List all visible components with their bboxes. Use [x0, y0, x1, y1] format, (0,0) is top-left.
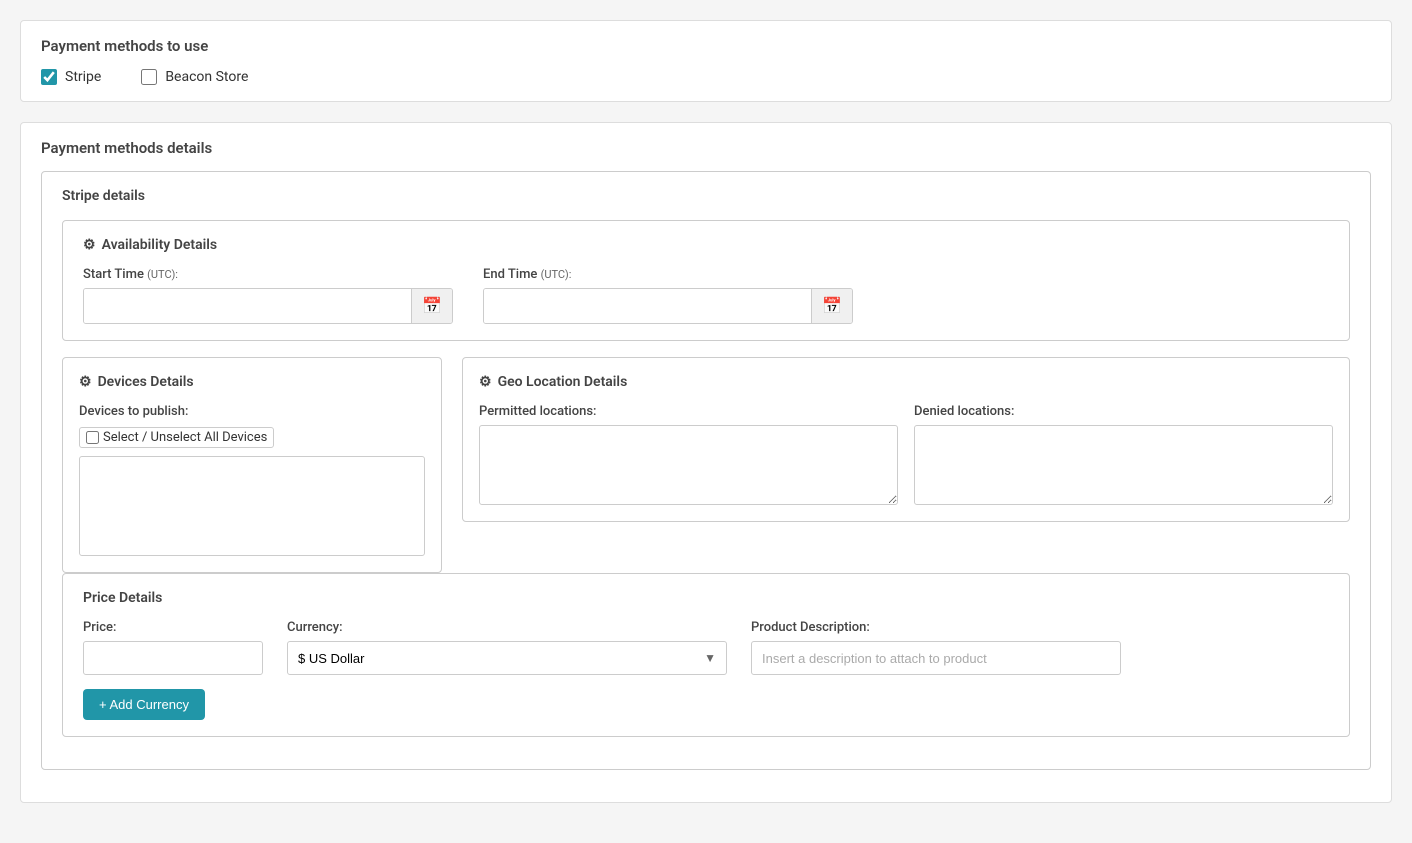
currency-select[interactable]: $ US Dollar € Euro £ British Pound — [298, 651, 704, 666]
denied-locations-label: Denied locations: — [914, 404, 1333, 419]
permitted-locations-group: Permitted locations: — [479, 404, 898, 505]
price-input[interactable]: 0.00 — [83, 641, 263, 675]
beacon-store-checkbox[interactable] — [141, 69, 157, 85]
permitted-locations-label: Permitted locations: — [479, 404, 898, 419]
time-fields-row: Start Time (UTC): 📅 End Time (UTC): — [83, 267, 1329, 324]
currency-label: Currency: — [287, 620, 727, 635]
beacon-store-label: Beacon Store — [165, 69, 248, 85]
payment-methods-title: Payment methods to use — [41, 37, 1371, 55]
geo-location-section: ⚙ Geo Location Details Permitted locatio… — [462, 357, 1350, 522]
start-time-calendar-button[interactable]: 📅 — [411, 289, 452, 323]
end-time-input-wrapper: 📅 — [483, 288, 853, 324]
devices-details-section: ⚙ Devices Details Devices to publish: Se… — [62, 357, 442, 573]
denied-locations-group: Denied locations: — [914, 404, 1333, 505]
stripe-checkbox-label[interactable]: Stripe — [41, 69, 101, 85]
permitted-locations-textarea[interactable] — [479, 425, 898, 505]
end-time-input[interactable] — [484, 289, 811, 323]
add-currency-button[interactable]: + Add Currency — [83, 689, 205, 720]
price-details-subsection: Price Details Price: 0.00 Currency: $ US… — [62, 573, 1350, 737]
devices-list-box[interactable] — [79, 456, 425, 556]
gear-icon-devices: ⚙ — [79, 374, 92, 390]
start-time-group: Start Time (UTC): 📅 — [83, 267, 453, 324]
geo-inner: ⚙ Geo Location Details Permitted locatio… — [462, 357, 1350, 522]
price-details-title: Price Details — [83, 590, 1329, 606]
denied-locations-textarea[interactable] — [914, 425, 1333, 505]
stripe-details-section: Stripe details ⚙ Availability Details St… — [41, 171, 1371, 770]
price-group: Price: 0.00 — [83, 620, 263, 675]
stripe-details-title: Stripe details — [62, 188, 1350, 204]
payment-methods-details-section: Payment methods details Stripe details ⚙… — [20, 122, 1392, 803]
stripe-checkbox[interactable] — [41, 69, 57, 85]
stripe-details-label: Stripe details — [62, 188, 145, 204]
select-all-label[interactable]: Select / Unselect All Devices — [79, 427, 274, 448]
currency-select-wrapper: $ US Dollar € Euro £ British Pound ▼ — [287, 641, 727, 675]
geo-fields-row: Permitted locations: Denied locations: — [479, 404, 1333, 505]
stripe-label: Stripe — [65, 69, 101, 85]
geo-location-title: ⚙ Geo Location Details — [479, 374, 1333, 390]
availability-details-title: ⚙ Availability Details — [83, 237, 1329, 253]
payment-details-title: Payment methods details — [41, 139, 1371, 157]
gear-icon-availability: ⚙ — [83, 237, 96, 253]
start-time-input[interactable] — [84, 289, 411, 323]
end-time-label: End Time (UTC): — [483, 267, 853, 282]
select-all-devices-checkbox[interactable] — [86, 431, 99, 444]
price-fields-row: Price: 0.00 Currency: $ US Dollar € Euro… — [83, 620, 1329, 675]
start-time-label: Start Time (UTC): — [83, 267, 453, 282]
devices-to-publish-label: Devices to publish: — [79, 404, 425, 419]
devices-inner: ⚙ Devices Details Devices to publish: Se… — [62, 357, 442, 573]
start-time-input-wrapper: 📅 — [83, 288, 453, 324]
price-label: Price: — [83, 620, 263, 635]
devices-geo-row: ⚙ Devices Details Devices to publish: Se… — [62, 357, 1350, 573]
product-description-group: Product Description: — [751, 620, 1121, 675]
availability-details-subsection: ⚙ Availability Details Start Time (UTC):… — [62, 220, 1350, 341]
gear-icon-geo: ⚙ — [479, 374, 492, 390]
select-all-checkbox-row: Select / Unselect All Devices — [79, 427, 425, 448]
payment-methods-row: Stripe Beacon Store — [41, 69, 1371, 85]
payment-methods-section: Payment methods to use Stripe Beacon Sto… — [20, 20, 1392, 102]
end-time-calendar-button[interactable]: 📅 — [811, 289, 852, 323]
select-arrow-icon: ▼ — [704, 651, 716, 665]
product-description-label: Product Description: — [751, 620, 1121, 635]
beacon-store-checkbox-label[interactable]: Beacon Store — [141, 69, 248, 85]
currency-group: Currency: $ US Dollar € Euro £ British P… — [287, 620, 727, 675]
product-description-input[interactable] — [751, 641, 1121, 675]
end-time-group: End Time (UTC): 📅 — [483, 267, 853, 324]
devices-details-title: ⚙ Devices Details — [79, 374, 425, 390]
